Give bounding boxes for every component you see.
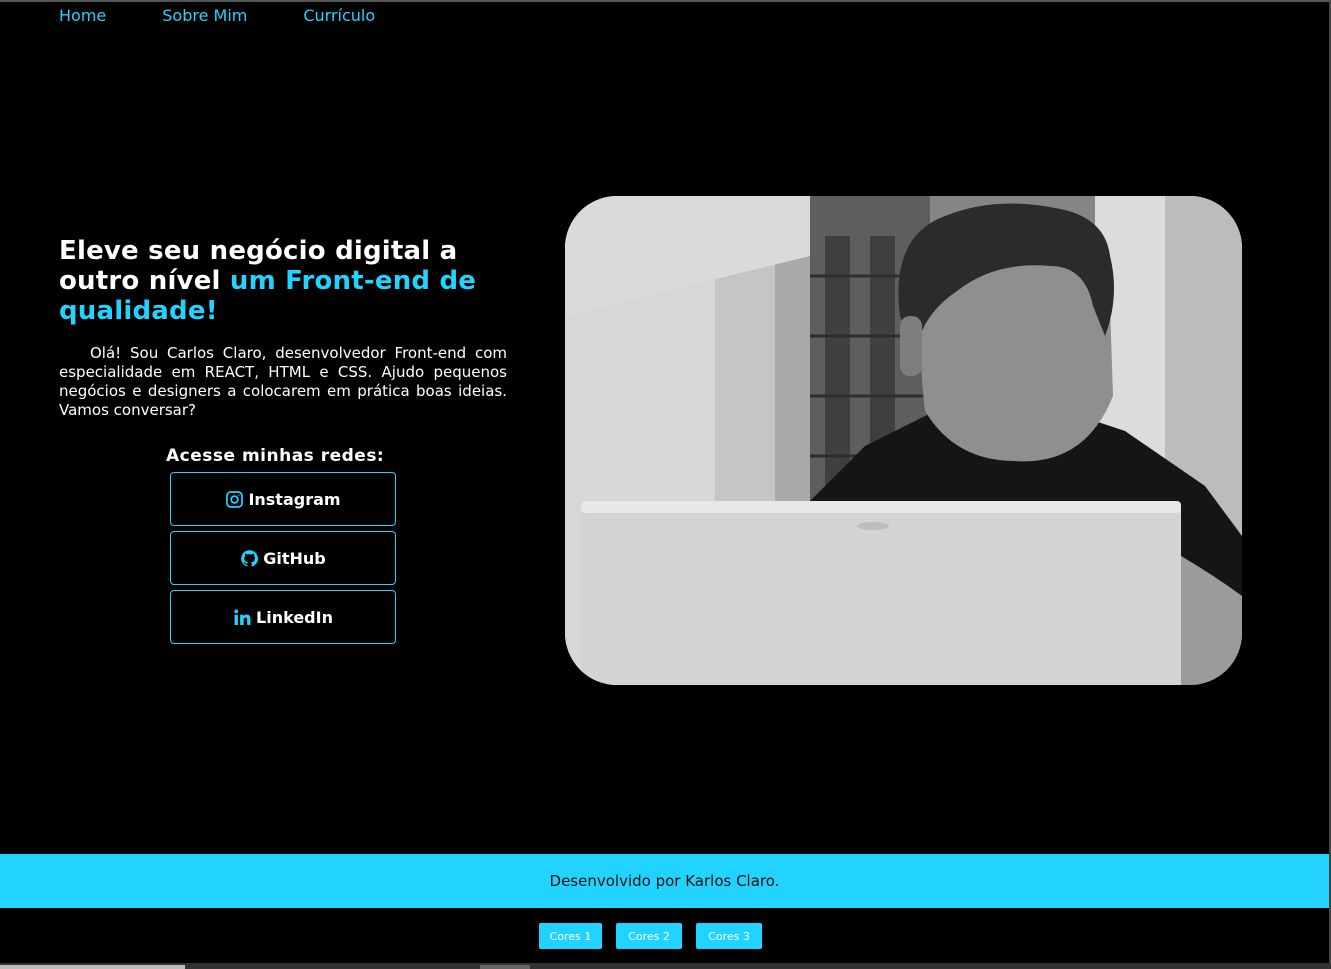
instagram-button[interactable]: Instagram xyxy=(170,472,396,526)
scrollbar-thumb[interactable] xyxy=(0,965,185,969)
nav-sobre-mim-link[interactable]: Sobre Mim xyxy=(162,6,247,25)
main-nav: Home Sobre Mim Currículo xyxy=(59,6,375,25)
window-top-border xyxy=(0,0,1331,2)
linkedin-button[interactable]: LinkedIn xyxy=(170,590,396,644)
nav-home-link[interactable]: Home xyxy=(59,6,106,25)
github-icon xyxy=(240,549,259,568)
hero-headline: Eleve seu negócio digital a outro nível … xyxy=(59,236,507,326)
instagram-icon xyxy=(225,490,244,509)
theme-cores-3-button[interactable]: Cores 3 xyxy=(696,923,762,949)
hero-text: Eleve seu negócio digital a outro nível … xyxy=(59,236,507,420)
hero-intro: Olá! Sou Carlos Claro, desenvolvedor Fro… xyxy=(59,344,507,419)
horizontal-scrollbar[interactable] xyxy=(0,963,1331,969)
profile-photo xyxy=(565,196,1242,685)
github-label: GitHub xyxy=(263,548,326,568)
linkedin-label: LinkedIn xyxy=(256,607,333,627)
nav-curriculo-link[interactable]: Currículo xyxy=(303,6,375,25)
theme-switcher: Cores 1 Cores 2 Cores 3 xyxy=(539,923,762,949)
scrollbar-marker xyxy=(480,965,530,969)
footer-credit: Desenvolvido por Karlos Claro. xyxy=(549,872,780,890)
theme-cores-1-button[interactable]: Cores 1 xyxy=(539,923,602,949)
linkedin-icon xyxy=(233,608,252,627)
social-title: Acesse minhas redes: xyxy=(166,446,385,466)
instagram-label: Instagram xyxy=(248,489,341,509)
theme-cores-2-button[interactable]: Cores 2 xyxy=(616,923,682,949)
github-button[interactable]: GitHub xyxy=(170,531,396,585)
site-footer: Desenvolvido por Karlos Claro. xyxy=(0,854,1329,908)
